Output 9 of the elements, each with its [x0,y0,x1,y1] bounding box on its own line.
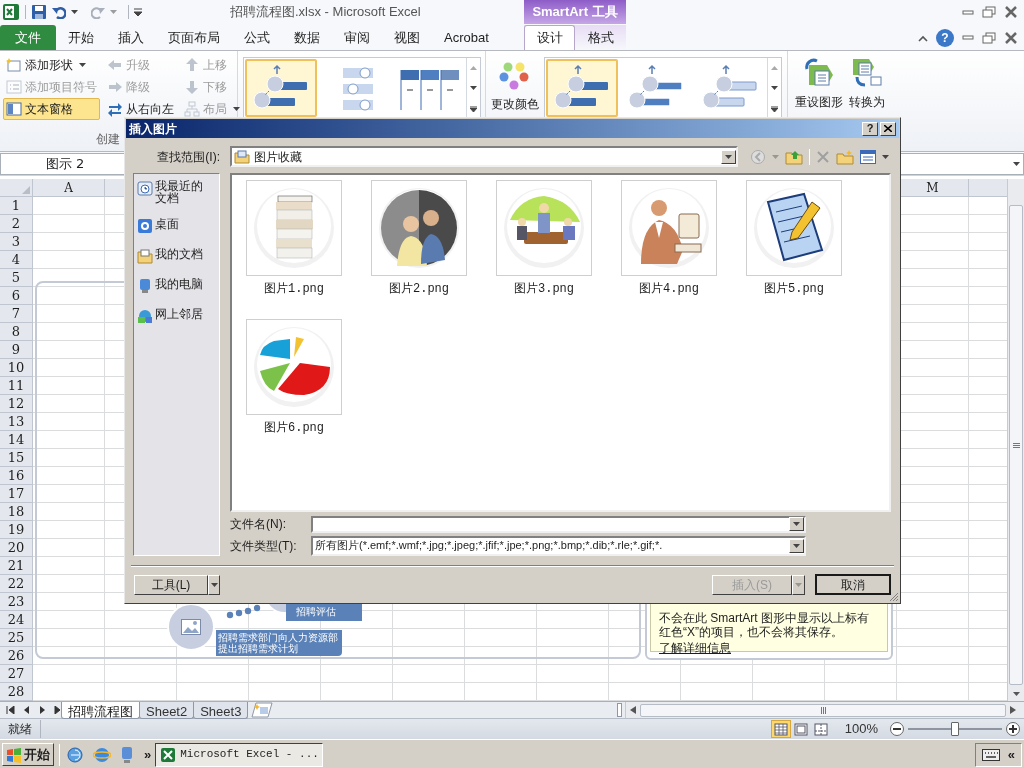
dialog-title: 插入图片 [129,120,177,138]
status-text: 就绪 [0,720,41,738]
field-label: 文件名(N): [230,516,287,533]
field-label: 查找范围(I): [156,148,220,166]
note-text: 不会在此 SmartArt 图形中显示以上标有红色“X”的项目，也不会将其保存。 [659,611,870,639]
group-label: 创建 [95,131,121,148]
contextual-tab-header: SmartArt 工具 [524,0,626,24]
window-title: 招聘流程图.xlsx - Microsoft Excel [230,3,422,22]
field-label: 文件类型(T): [230,537,298,555]
